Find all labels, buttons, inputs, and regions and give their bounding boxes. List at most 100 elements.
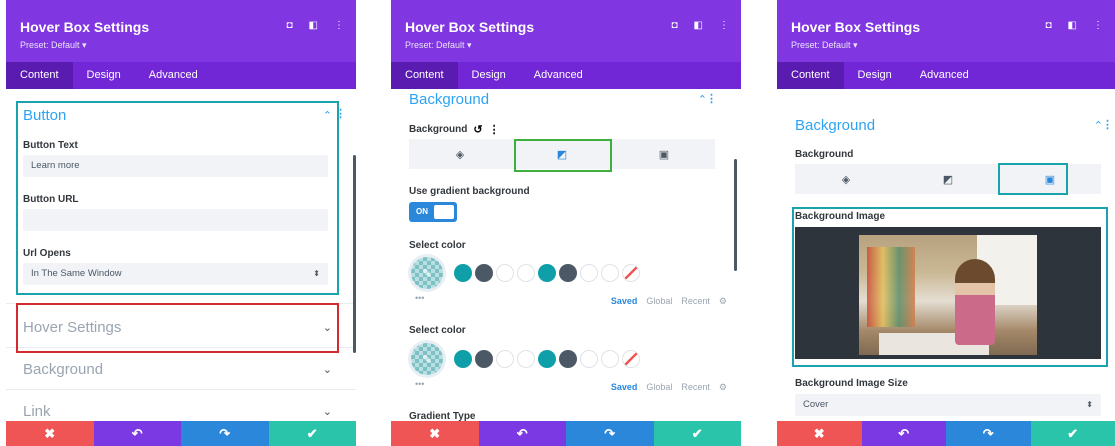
section-menu-icon[interactable]: ⋮: [1102, 118, 1113, 131]
color-swatch[interactable]: [454, 264, 472, 282]
preset-dropdown[interactable]: Preset: Default ▾: [791, 40, 1101, 51]
save-button[interactable]: ✔: [1030, 421, 1115, 446]
section-background[interactable]: Background: [23, 361, 103, 379]
gear-icon[interactable]: ⚙: [719, 382, 727, 393]
save-button[interactable]: ✔: [268, 421, 356, 446]
scrollbar[interactable]: [734, 159, 737, 271]
global-tab[interactable]: Global: [646, 296, 672, 307]
saved-tab[interactable]: Saved: [611, 382, 638, 393]
cancel-button[interactable]: ✖: [391, 421, 479, 446]
undo-button[interactable]: ↶: [861, 421, 946, 446]
tab-design[interactable]: Design: [73, 62, 135, 89]
eyedropper-icon[interactable]: ✎: [411, 257, 443, 289]
preset-dropdown[interactable]: Preset: Default ▾: [405, 40, 727, 51]
tab-bar: Content Design Advanced: [391, 62, 741, 89]
tab-advanced[interactable]: Advanced: [520, 62, 597, 89]
clear-color-swatch[interactable]: [622, 264, 640, 282]
tab-bar: Content Design Advanced: [6, 62, 356, 89]
color-tab-icon[interactable]: ◈: [795, 164, 897, 194]
color-swatch[interactable]: [517, 350, 535, 368]
chevron-down-icon[interactable]: ⌄: [323, 405, 332, 418]
redo-button[interactable]: ↷: [181, 421, 269, 446]
undo-button[interactable]: ↶: [93, 421, 181, 446]
color-swatch[interactable]: [496, 350, 514, 368]
reset-icon[interactable]: ↺: [473, 123, 482, 136]
color-swatch[interactable]: [601, 350, 619, 368]
gear-icon[interactable]: ⚙: [719, 296, 727, 307]
chevron-down-icon[interactable]: ⌄: [323, 363, 332, 376]
swatch-source-tabs: Saved Global Recent ⚙: [611, 382, 727, 393]
cancel-button[interactable]: ✖: [6, 421, 94, 446]
color-swatch[interactable]: [580, 350, 598, 368]
redo-button[interactable]: ↷: [566, 421, 654, 446]
highlight-hover-settings: [16, 303, 339, 353]
eyedropper-icon[interactable]: ✎: [411, 343, 443, 375]
recent-tab[interactable]: Recent: [681, 382, 710, 393]
gradient-tab-icon[interactable]: ◩: [897, 164, 999, 194]
color-swatch[interactable]: [475, 264, 493, 282]
tab-content[interactable]: Content: [777, 62, 844, 89]
color-tab-icon[interactable]: ◈: [409, 139, 511, 169]
saved-tab[interactable]: Saved: [611, 296, 638, 307]
more-options-icon[interactable]: ⋮: [1093, 20, 1103, 31]
clear-color-swatch[interactable]: [622, 350, 640, 368]
more-swatches-icon[interactable]: •••: [415, 293, 424, 303]
settings-panel-gradient: Hover Box Settings Preset: Default ▾ ◘ ◧…: [391, 0, 741, 446]
more-options-icon[interactable]: ⋮: [334, 20, 344, 31]
section-menu-icon[interactable]: ⋮: [706, 92, 717, 105]
color-swatch[interactable]: [454, 350, 472, 368]
background-image-size-select[interactable]: Cover ⬍: [795, 394, 1101, 416]
tab-design[interactable]: Design: [844, 62, 906, 89]
recent-tab[interactable]: Recent: [681, 296, 710, 307]
divider: [6, 389, 356, 390]
sidebar-toggle-icon[interactable]: ◧: [694, 20, 703, 31]
color-swatch[interactable]: [517, 264, 535, 282]
tab-bar: Content Design Advanced: [777, 62, 1115, 89]
image-tab-icon[interactable]: ▣: [613, 139, 715, 169]
tab-content[interactable]: Content: [6, 62, 73, 89]
panel-header: Hover Box Settings Preset: Default ▾ ◘ ◧…: [391, 0, 741, 62]
select-color-label: Select color: [409, 240, 466, 251]
undo-button[interactable]: ↶: [478, 421, 566, 446]
global-tab[interactable]: Global: [646, 382, 672, 393]
sidebar-toggle-icon[interactable]: ◧: [309, 20, 318, 31]
select-color-label: Select color: [409, 325, 466, 336]
preset-dropdown[interactable]: Preset: Default ▾: [20, 40, 342, 51]
scrollbar[interactable]: [353, 155, 356, 353]
options-icon[interactable]: ⋮: [489, 123, 500, 136]
cancel-button[interactable]: ✖: [777, 421, 862, 446]
section-background-title[interactable]: Background: [795, 117, 875, 135]
image-size-value: Cover: [803, 399, 829, 410]
expand-icon[interactable]: ◘: [287, 20, 293, 31]
sidebar-toggle-icon[interactable]: ◧: [1068, 20, 1077, 31]
background-label: Background: [409, 123, 468, 135]
highlight-background-image: [792, 207, 1108, 367]
more-swatches-icon[interactable]: •••: [415, 379, 424, 389]
gradient-toggle[interactable]: ON: [409, 202, 457, 222]
color-swatch[interactable]: [580, 264, 598, 282]
color-swatch[interactable]: [475, 350, 493, 368]
expand-icon[interactable]: ◘: [1046, 20, 1052, 31]
tab-design[interactable]: Design: [458, 62, 520, 89]
color-swatch[interactable]: [601, 264, 619, 282]
redo-button[interactable]: ↷: [946, 421, 1031, 446]
color-swatch[interactable]: [559, 350, 577, 368]
expand-icon[interactable]: ◘: [672, 20, 678, 31]
section-background-title[interactable]: Background: [409, 91, 489, 109]
tab-content[interactable]: Content: [391, 62, 458, 89]
more-options-icon[interactable]: ⋮: [719, 20, 729, 31]
color-swatch[interactable]: [538, 264, 556, 282]
section-link[interactable]: Link: [23, 403, 51, 421]
color-swatch-row: ✎: [411, 257, 640, 289]
tab-advanced[interactable]: Advanced: [135, 62, 212, 89]
settings-panel-image: Hover Box Settings Preset: Default ▾ ◘ ◧…: [777, 0, 1115, 446]
background-label: Background: [795, 149, 854, 160]
swatch-source-tabs: Saved Global Recent ⚙: [611, 296, 727, 307]
highlight-button-section: [16, 101, 339, 295]
tab-advanced[interactable]: Advanced: [906, 62, 983, 89]
color-swatch[interactable]: [559, 264, 577, 282]
save-button[interactable]: ✔: [653, 421, 741, 446]
background-image-size-label: Background Image Size: [795, 378, 908, 389]
color-swatch[interactable]: [496, 264, 514, 282]
color-swatch[interactable]: [538, 350, 556, 368]
